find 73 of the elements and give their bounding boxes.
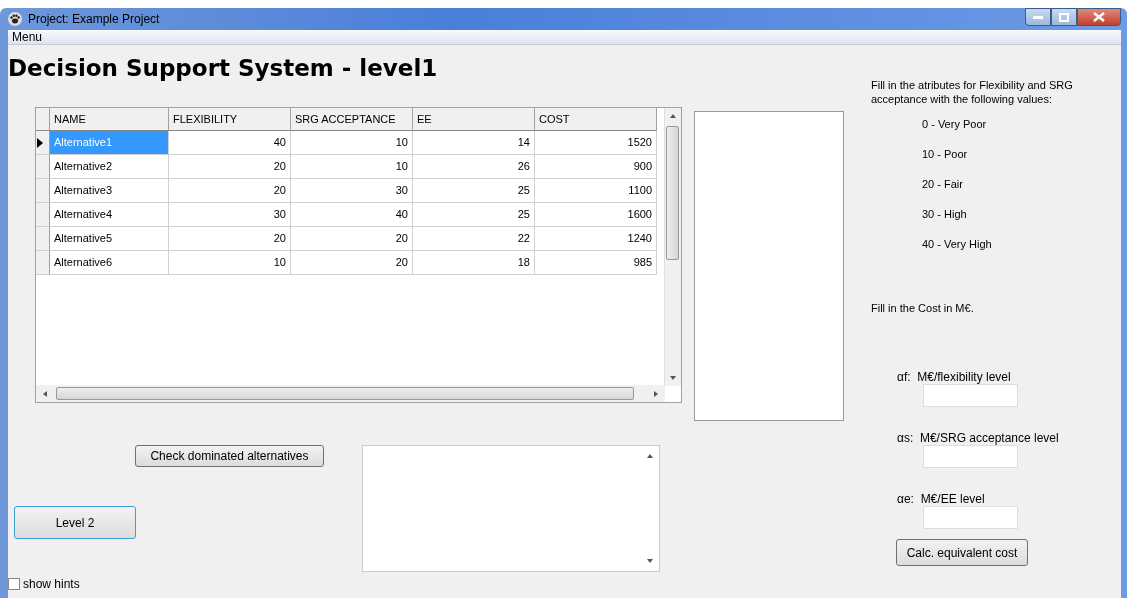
table-cell: 900 — [535, 155, 657, 179]
scale-item: 20 - Fair — [922, 178, 964, 190]
vertical-scrollbar[interactable] — [664, 108, 681, 386]
table-cell: 1100 — [535, 179, 657, 203]
table-cell: 985 — [535, 251, 657, 275]
field-label: αe: M€/EE level — [897, 492, 986, 506]
arrow-icon[interactable] — [646, 557, 654, 565]
close-button[interactable] — [1077, 8, 1121, 26]
input-field[interactable] — [923, 384, 1018, 407]
menu-item[interactable]: Menu — [12, 30, 43, 44]
column-header[interactable]: NAME — [50, 108, 169, 131]
arrow-icon[interactable] — [646, 452, 654, 460]
minimize-button[interactable] — [1025, 8, 1051, 26]
paw-icon — [8, 12, 22, 26]
table-cell: 22 — [413, 227, 535, 251]
table-cell: Alternative2 — [50, 155, 169, 179]
table-cell: 20 — [291, 251, 413, 275]
column-header[interactable]: SRG ACCEPTANCE — [291, 108, 413, 131]
table-cell: 1600 — [535, 203, 657, 227]
horizontal-scrollbar[interactable] — [36, 385, 665, 402]
column-header[interactable]: EE — [413, 108, 535, 131]
level-button[interactable]: Level 2 — [14, 506, 136, 539]
table-cell: 10 — [291, 131, 413, 155]
column-header[interactable]: FLEXIBILITY — [169, 108, 291, 131]
table-cell: 25 — [413, 203, 535, 227]
window-title: Project: Example Project — [28, 12, 160, 26]
field-label: αf: M€/flexibility level — [897, 370, 1012, 384]
table-cell: 20 — [169, 179, 291, 203]
table-cell: 20 — [291, 227, 413, 251]
table-cell: 1240 — [535, 227, 657, 251]
table-cell: 1520 — [535, 131, 657, 155]
row-header[interactable] — [36, 131, 50, 155]
table-cell: 20 — [169, 227, 291, 251]
input-field[interactable] — [923, 506, 1018, 529]
arrow-icon[interactable] — [652, 390, 660, 398]
table-cell: 30 — [291, 179, 413, 203]
minimize-icon — [1033, 15, 1043, 19]
check-dominated-button[interactable]: Check dominated alternatives — [135, 445, 324, 467]
maximize-button[interactable] — [1051, 8, 1077, 26]
maximize-icon — [1059, 12, 1069, 22]
table-cell: Alternative4 — [50, 203, 169, 227]
field-label: αs: M€/SRG acceptance level — [897, 431, 1060, 445]
arrow-icon[interactable] — [669, 374, 677, 382]
table-cell: 26 — [413, 155, 535, 179]
column-header[interactable]: COST — [535, 108, 657, 131]
close-icon — [1093, 12, 1105, 22]
scale-item: 10 - Poor — [922, 148, 969, 160]
table-cell: Alternative5 — [50, 227, 169, 251]
table-cell: 20 — [169, 155, 291, 179]
scale-item: 30 - High — [922, 208, 968, 220]
checkbox-label[interactable]: show hints — [23, 577, 80, 591]
table-cell: Alternative1 — [50, 131, 169, 155]
scale-item: 40 - Very High — [922, 238, 993, 250]
table-cell: 10 — [169, 251, 291, 275]
table-cell: Alternative6 — [50, 251, 169, 275]
input-field[interactable] — [923, 445, 1018, 468]
arrow-icon[interactable] — [669, 112, 677, 120]
scale-item: 0 - Very Poor — [922, 118, 988, 130]
instruction-text: Fill in the atributes for Flexibility and SRG acceptance with the following values: — [871, 78, 1074, 106]
table-cell: 14 — [413, 131, 535, 155]
table-cell: 18 — [413, 251, 535, 275]
calc-button[interactable]: Calc. equivalent cost — [896, 539, 1028, 566]
table-cell: 40 — [169, 131, 291, 155]
table-cell: 10 — [291, 155, 413, 179]
row-pointer-icon — [36, 136, 44, 149]
instruction-text: Fill in the Cost in M€. — [871, 302, 975, 314]
page-heading: Decision Support System - level1 — [8, 55, 439, 81]
table-cell: 25 — [413, 179, 535, 203]
checkbox[interactable] — [8, 578, 20, 590]
table-cell: 40 — [291, 203, 413, 227]
arrow-icon[interactable] — [41, 390, 49, 398]
table-cell: Alternative3 — [50, 179, 169, 203]
table-cell: 30 — [169, 203, 291, 227]
